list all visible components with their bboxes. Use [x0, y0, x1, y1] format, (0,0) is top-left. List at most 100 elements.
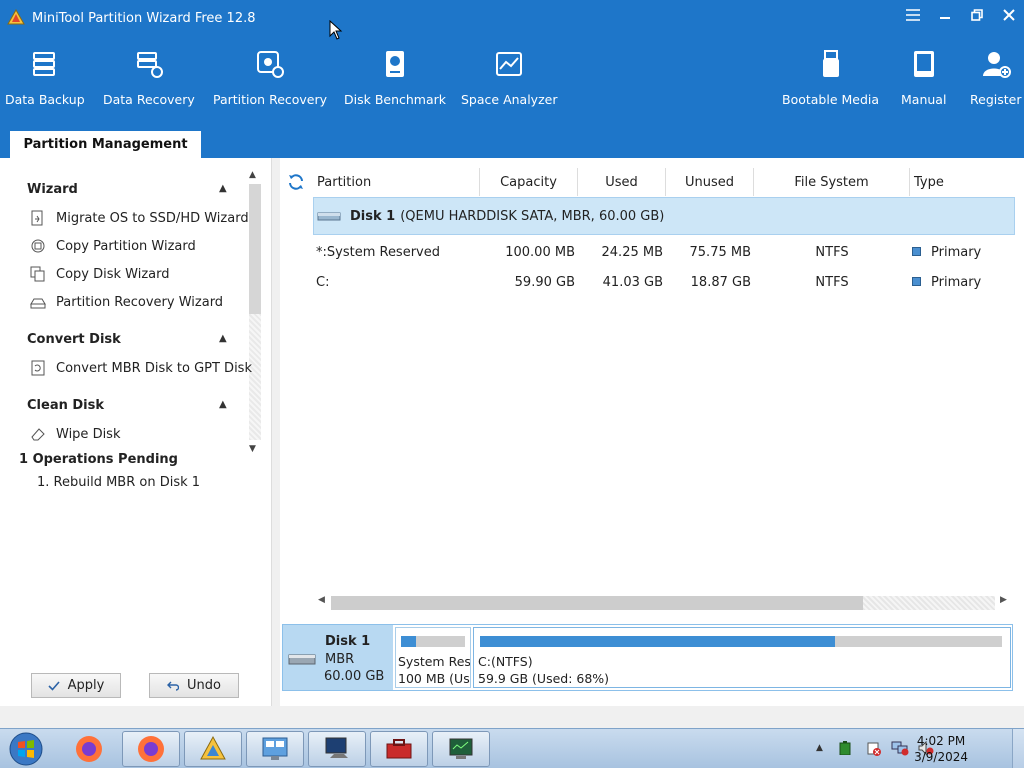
row-type: Primary: [912, 275, 981, 290]
taskbar-toolbox[interactable]: [370, 731, 428, 767]
row-unused: 75.75 MB: [689, 245, 751, 260]
undo-icon: [167, 681, 180, 691]
taskbar-computer[interactable]: [308, 731, 366, 767]
data-backup-label: Data Backup: [5, 92, 85, 107]
disk-map: Disk 1 MBR 60.00 GB System Rese 100 MB (…: [282, 624, 1013, 691]
column-header-partition[interactable]: Partition: [317, 168, 480, 196]
column-header-file-system[interactable]: File System: [754, 168, 910, 196]
disk-benchmark-icon: [386, 51, 405, 77]
copy-partition-item[interactable]: Copy Partition Wizard: [30, 238, 196, 254]
disk-map-partition-system-reserved[interactable]: System Rese 100 MB (Use: [395, 627, 471, 688]
collapse-wizard-icon[interactable]: ▲: [219, 183, 227, 194]
row-partition: *:System Reserved: [316, 245, 440, 260]
clock[interactable]: 4:02 PM 3/9/2024: [914, 733, 968, 765]
partition-recovery-wizard-label: Partition Recovery Wizard: [56, 294, 224, 310]
hard-disk-icon: [288, 654, 316, 665]
disk-benchmark-label: Disk Benchmark: [344, 92, 447, 107]
primary-type-icon: [912, 277, 921, 286]
menu-icon[interactable]: [904, 6, 922, 24]
taskbar-firefox[interactable]: [122, 731, 180, 767]
show-desktop-button[interactable]: [1012, 729, 1024, 768]
tab-partition-management-label: Partition Management: [23, 137, 188, 152]
space-analyzer-button[interactable]: Space Analyzer: [461, 48, 557, 107]
bootable-media-button[interactable]: Bootable Media: [782, 48, 879, 107]
sidebar-scrollbar[interactable]: ▲ ▼: [247, 170, 261, 454]
close-icon[interactable]: [1000, 6, 1018, 24]
partition-recovery-wizard-item[interactable]: Partition Recovery Wizard: [30, 294, 223, 310]
disk-map-style: MBR: [325, 652, 355, 667]
clean-disk-section-title[interactable]: Clean Disk: [27, 398, 104, 413]
migrate-os-item[interactable]: Migrate OS to SSD/HD Wizard: [30, 210, 249, 226]
action-sidebar: ▲ ▼ Wizard ▲ Migrate OS to SSD/HD Wizard…: [0, 158, 272, 706]
start-button[interactable]: [2, 731, 50, 767]
scroll-right-icon[interactable]: ▶: [1000, 595, 1007, 605]
partition-label: System Rese: [398, 654, 471, 669]
data-recovery-button[interactable]: Data Recovery: [103, 48, 195, 107]
disk-map-disk[interactable]: Disk 1 MBR 60.00 GB: [283, 625, 393, 690]
column-header-type[interactable]: Type: [910, 168, 1024, 196]
row-capacity: 100.00 MB: [505, 245, 575, 260]
status-bar: [0, 706, 1024, 728]
migrate-os-label: Migrate OS to SSD/HD Wizard: [56, 210, 249, 226]
disk-map-partition-c[interactable]: C:(NTFS) 59.9 GB (Used: 68%): [473, 627, 1011, 688]
firefox-icon: [138, 736, 164, 762]
row-file-system: NTFS: [815, 245, 849, 260]
system-monitor-icon: [449, 738, 473, 759]
taskbar: ▲ 4:02 PM 3/9/2024: [0, 728, 1024, 768]
collapse-clean-disk-icon[interactable]: ▲: [219, 399, 227, 410]
convert-mbr-gpt-item[interactable]: Convert MBR Disk to GPT Disk: [30, 360, 252, 376]
table-scroll-thumb[interactable]: [331, 596, 863, 610]
register-icon: [982, 52, 1011, 78]
register-button[interactable]: Register: [970, 48, 1021, 107]
apply-button[interactable]: Apply: [31, 673, 121, 698]
collapse-convert-disk-icon[interactable]: ▲: [219, 333, 227, 344]
sidebar-scroll-track[interactable]: [249, 314, 261, 440]
copy-disk-item[interactable]: Copy Disk Wizard: [30, 266, 170, 282]
wipe-disk-label: Wipe Disk: [56, 426, 121, 442]
partition-recovery-button[interactable]: Partition Recovery: [213, 48, 327, 107]
show-hidden-icons-icon[interactable]: ▲: [816, 743, 823, 753]
sidebar-scroll-thumb[interactable]: [249, 184, 261, 314]
scroll-down-icon[interactable]: ▼: [249, 444, 256, 454]
data-recovery-icon: [136, 52, 163, 78]
table-horizontal-scrollbar[interactable]: ◀ ▶: [316, 595, 1010, 611]
partition-wizard-icon: [200, 735, 226, 760]
scroll-up-icon[interactable]: ▲: [249, 170, 256, 180]
network-icon[interactable]: [891, 740, 909, 756]
disk-benchmark-button[interactable]: Disk Benchmark: [344, 48, 446, 107]
app-header: MiniTool Partition Wizard Free 12.8 Data…: [0, 0, 1024, 158]
column-header-capacity[interactable]: Capacity: [480, 168, 578, 196]
row-type-label: Primary: [931, 275, 982, 290]
column-header-unused[interactable]: Unused: [666, 168, 754, 196]
hard-disk-icon: [317, 212, 341, 221]
restore-icon[interactable]: [968, 6, 986, 24]
taskbar-partition-wizard[interactable]: [184, 731, 242, 767]
minimize-icon[interactable]: [936, 6, 954, 24]
undo-button[interactable]: Undo: [149, 673, 239, 698]
manual-button[interactable]: Manual: [901, 48, 946, 107]
tab-partition-management[interactable]: Partition Management: [10, 131, 201, 158]
wipe-disk-item[interactable]: Wipe Disk: [30, 426, 121, 442]
table-scroll-track[interactable]: [863, 596, 995, 610]
wizard-section-title[interactable]: Wizard: [27, 182, 78, 197]
taskbar-control-panel[interactable]: [246, 731, 304, 767]
convert-disk-section-title[interactable]: Convert Disk: [27, 332, 121, 347]
data-backup-icon: [32, 52, 55, 76]
mouse-cursor-icon: [329, 20, 343, 40]
taskbar-firefox-pinned[interactable]: [60, 731, 118, 767]
battery-icon[interactable]: [839, 741, 851, 755]
column-header-used[interactable]: Used: [578, 168, 666, 196]
refresh-icon[interactable]: [287, 173, 305, 191]
row-type: Primary: [912, 245, 981, 260]
partition-recovery-icon: [257, 51, 285, 78]
control-panel-icon: [262, 737, 288, 760]
bootable-media-icon: [822, 50, 839, 77]
pending-operation-item[interactable]: 1. Rebuild MBR on Disk 1: [37, 475, 200, 490]
bootable-media-label: Bootable Media: [782, 92, 880, 107]
action-center-icon[interactable]: [866, 740, 882, 756]
scroll-left-icon[interactable]: ◀: [318, 595, 325, 605]
convert-mbr-gpt-icon: [31, 360, 45, 376]
taskbar-system-monitor[interactable]: [432, 731, 490, 767]
disk-row[interactable]: Disk 1 (QEMU HARDDISK SATA, MBR, 60.00 G…: [313, 197, 1015, 235]
data-backup-button[interactable]: Data Backup: [5, 48, 85, 107]
